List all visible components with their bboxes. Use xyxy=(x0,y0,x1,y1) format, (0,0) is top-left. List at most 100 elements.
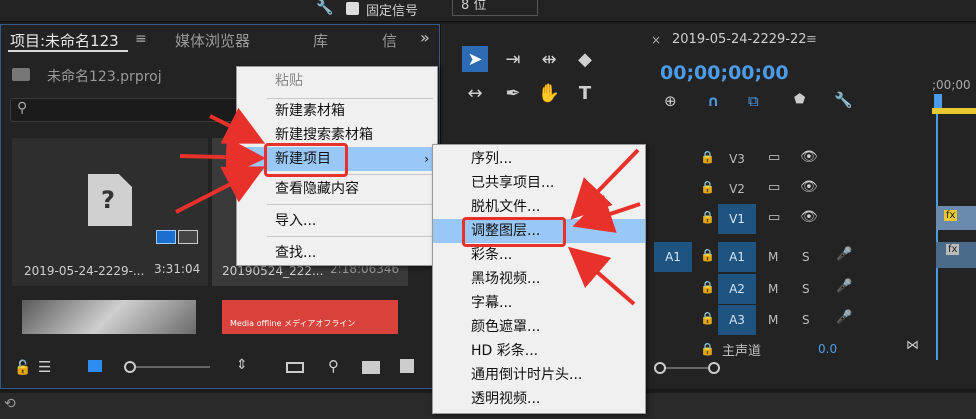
sequence-tab[interactable]: 2019-05-24-2229-22 xyxy=(672,32,807,47)
microphone-icon[interactable]: 🎤 xyxy=(836,310,852,325)
sort-icon[interactable]: ⇕ xyxy=(236,357,248,373)
automate-sequence-icon[interactable] xyxy=(286,362,304,373)
submenu-item-shared-project[interactable]: 已共享项目... xyxy=(433,171,645,195)
microphone-icon[interactable]: 🎤 xyxy=(836,247,852,262)
mute-button[interactable]: M xyxy=(768,282,778,296)
mute-button[interactable]: M xyxy=(768,313,778,327)
timeline-zoom-handle-left[interactable] xyxy=(654,362,666,374)
track-label-v1[interactable]: V1 xyxy=(718,204,756,234)
tab-project[interactable]: 项目:未命名123 xyxy=(10,30,119,51)
menu-separator xyxy=(267,204,433,205)
timeline-menu-icon[interactable]: ≡ xyxy=(806,32,817,47)
find-icon[interactable]: ⚲ xyxy=(328,357,339,375)
track-label-a2[interactable]: A2 xyxy=(718,274,756,304)
toggle-output-icon[interactable]: ▭ xyxy=(768,210,780,225)
submenu-item-sequence[interactable]: 序列... xyxy=(433,147,645,171)
annotation-box-adjustment-layer xyxy=(462,217,566,247)
master-volume-value[interactable]: 0.0 xyxy=(818,342,837,356)
menu-item-find[interactable]: 查找... xyxy=(237,241,437,265)
track-label-a3[interactable]: A3 xyxy=(718,305,756,335)
fixed-signal-checkbox[interactable] xyxy=(346,2,359,15)
zoom-slider-track[interactable] xyxy=(136,366,210,368)
video-clip[interactable]: fx xyxy=(936,206,976,230)
menu-item-paste[interactable]: 粘贴 xyxy=(237,69,437,93)
source-patch-a1[interactable]: A1 xyxy=(654,242,692,272)
search-input[interactable]: ⚲ xyxy=(10,98,238,122)
lock-track-icon[interactable]: 🔒 xyxy=(700,150,715,164)
playhead-icon[interactable] xyxy=(934,94,942,108)
track-label-v3[interactable]: V3 xyxy=(718,144,756,174)
annotation-box-new-item xyxy=(264,143,348,177)
track-label-a1[interactable]: A1 xyxy=(718,242,756,272)
eye-icon[interactable]: 👁 xyxy=(800,179,818,195)
submenu-item-caption[interactable]: 字幕... xyxy=(433,291,645,315)
submenu-item-hd-bars[interactable]: HD 彩条... xyxy=(433,339,645,363)
list-view-icon[interactable]: ☰ xyxy=(38,358,51,376)
lock-icon[interactable]: 🔓 xyxy=(14,360,31,376)
slip-tool-icon[interactable]: ↔ xyxy=(462,80,488,106)
track-row-v3: 🔒 V3 ▭ 👁 xyxy=(650,144,976,174)
tab-media-browser[interactable]: 媒体浏览器 xyxy=(175,30,250,51)
submenu-item-color-matte[interactable]: 颜色遮罩... xyxy=(433,315,645,339)
lock-track-icon[interactable]: 🔒 xyxy=(700,311,715,325)
tab-info[interactable]: 信 xyxy=(382,30,397,51)
selection-tool-icon[interactable]: ➤ xyxy=(462,46,488,72)
overflow-chevron-icon[interactable]: » xyxy=(420,28,430,47)
add-marker-icon[interactable]: ⬟ xyxy=(794,92,805,107)
fx-badge: fx xyxy=(944,210,958,221)
solo-button[interactable]: S xyxy=(802,282,810,296)
linked-selection-icon[interactable]: ⧉ xyxy=(748,92,759,110)
status-icon[interactable]: ⟲ xyxy=(4,396,16,412)
wrench-icon[interactable]: 🔧 xyxy=(316,0,333,16)
new-bin-icon[interactable] xyxy=(362,361,380,374)
timeline-zoom-handle-right[interactable] xyxy=(708,362,720,374)
lock-track-icon[interactable]: 🔒 xyxy=(700,248,715,262)
track-label-v2[interactable]: V2 xyxy=(718,174,756,204)
type-tool-icon[interactable]: T xyxy=(572,80,598,106)
master-end-icon[interactable]: ⋈ xyxy=(906,338,919,353)
eye-icon[interactable]: 👁 xyxy=(800,209,818,225)
submenu-item-black-video[interactable]: 黑场视频... xyxy=(433,267,645,291)
panel-menu-icon[interactable]: ≡ xyxy=(135,31,147,47)
lock-track-icon[interactable]: 🔒 xyxy=(700,280,715,294)
settings-wrench-icon[interactable]: 🔧 xyxy=(834,91,853,109)
snap-icon[interactable]: ∩ xyxy=(707,92,719,110)
submenu-item-countdown[interactable]: 通用倒计时片头... xyxy=(433,363,645,387)
menu-item-view-hidden[interactable]: 查看隐藏内容 xyxy=(237,177,437,201)
timeline-zoom-track[interactable] xyxy=(666,367,708,369)
eye-icon[interactable]: 👁 xyxy=(800,149,818,165)
work-area-bar[interactable] xyxy=(932,108,976,114)
fixed-signal-label: 固定信号 xyxy=(366,4,419,19)
lock-track-icon[interactable]: 🔒 xyxy=(700,342,715,356)
ripple-edit-icon[interactable]: ⇹ xyxy=(536,46,562,72)
clip-thumbnail-3[interactable] xyxy=(22,300,196,334)
folder-up-icon[interactable] xyxy=(12,68,30,81)
timecode-display[interactable]: 00;00;00;00 xyxy=(660,62,789,84)
nest-icon[interactable]: ⊕ xyxy=(664,92,677,110)
new-item-icon[interactable] xyxy=(400,359,414,373)
icon-view-icon[interactable] xyxy=(88,360,102,372)
razor-tool-icon[interactable]: ◆ xyxy=(572,46,598,72)
pen-tool-icon[interactable]: ✒ xyxy=(500,80,526,106)
tab-library[interactable]: 库 xyxy=(313,30,328,51)
track-select-icon[interactable]: ⇥ xyxy=(500,46,526,72)
close-icon[interactable]: × xyxy=(651,33,661,47)
solo-button[interactable]: S xyxy=(802,250,810,264)
toggle-output-icon[interactable]: ▭ xyxy=(768,180,780,195)
menu-item-import[interactable]: 导入... xyxy=(237,209,437,233)
menu-item-new-bin[interactable]: 新建素材箱 xyxy=(237,99,437,123)
zoom-slider-handle[interactable] xyxy=(124,361,136,373)
toggle-output-icon[interactable]: ▭ xyxy=(768,150,780,165)
submenu-item-offline-file[interactable]: 脱机文件... xyxy=(433,195,645,219)
submenu-item-transparent-video[interactable]: 透明视频... xyxy=(433,387,645,411)
microphone-icon[interactable]: 🎤 xyxy=(836,279,852,294)
bit-depth-select[interactable]: 8 位 xyxy=(452,0,538,16)
audio-clip[interactable]: fx xyxy=(936,242,976,268)
solo-button[interactable]: S xyxy=(802,313,810,327)
hand-tool-icon[interactable]: ✋ xyxy=(536,80,562,106)
lock-track-icon[interactable]: 🔒 xyxy=(700,180,715,194)
active-tab-underline xyxy=(8,50,128,52)
clip-thumbnail-4[interactable]: Media offline メディアオフライン xyxy=(222,300,398,334)
lock-track-icon[interactable]: 🔒 xyxy=(700,210,715,224)
mute-button[interactable]: M xyxy=(768,250,778,264)
